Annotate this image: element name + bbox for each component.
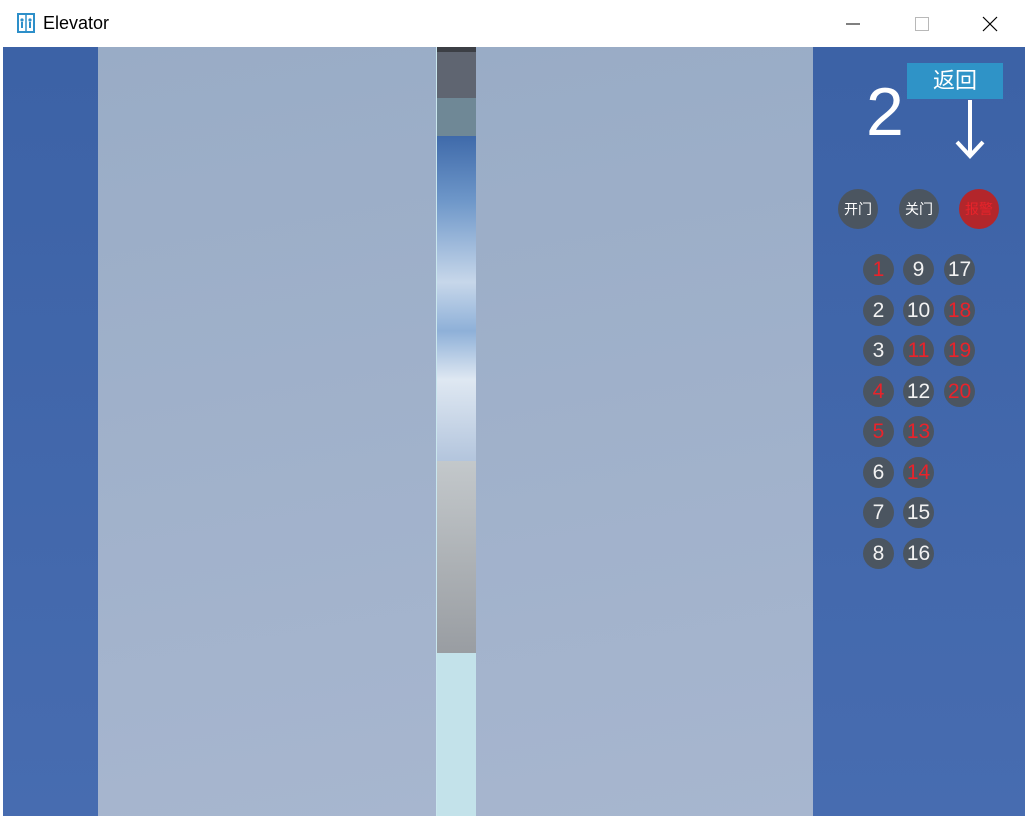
floor-button-1[interactable]: 1 xyxy=(863,254,894,285)
floor-button-4[interactable]: 4 xyxy=(863,375,894,407)
floor-button-19[interactable]: 19 xyxy=(944,335,975,366)
down-arrow-icon xyxy=(955,100,985,159)
floor-button-2[interactable]: 2 xyxy=(863,294,894,326)
floor-button-9[interactable]: 9 xyxy=(903,254,934,285)
window-title: Elevator xyxy=(43,13,110,33)
floor-button-13[interactable]: 13 xyxy=(903,416,934,447)
floor-button-7[interactable]: 7 xyxy=(863,497,894,528)
title-bar: Elevator xyxy=(0,0,1025,47)
floor-button-17[interactable]: 17 xyxy=(944,254,975,285)
elevator-app-icon xyxy=(17,13,35,33)
floor-button-3[interactable]: 3 xyxy=(863,335,894,366)
maximize-button[interactable] xyxy=(887,0,957,47)
floor-button-11[interactable]: 11 xyxy=(903,335,934,366)
elevator-window: Elevator 2 返回 开门 关门 报警 1 2 3 4 5 6 7 8 9 10 11 12 13… xyxy=(0,0,1025,819)
floor-button-12[interactable]: 12 xyxy=(903,375,934,407)
floor-button-18[interactable]: 18 xyxy=(944,294,975,326)
floor-button-10[interactable]: 10 xyxy=(903,294,934,326)
close-window-button[interactable] xyxy=(955,0,1025,47)
sky-view xyxy=(437,136,477,461)
minimize-icon xyxy=(846,23,860,25)
open-door-button[interactable]: 开门 xyxy=(838,189,878,229)
close-door-button[interactable]: 关门 xyxy=(899,189,939,229)
close-icon xyxy=(982,16,998,32)
current-floor-display: 2 xyxy=(866,74,904,150)
minimize-button[interactable] xyxy=(818,0,888,47)
return-button[interactable]: 返回 xyxy=(907,63,1003,99)
floor-button-8[interactable]: 8 xyxy=(863,537,894,569)
left-elevator-door xyxy=(98,47,436,816)
floor-button-15[interactable]: 15 xyxy=(903,497,934,528)
alarm-button[interactable]: 报警 xyxy=(959,189,999,229)
floor-button-20[interactable]: 20 xyxy=(944,375,975,407)
floor-button-16[interactable]: 16 xyxy=(903,537,934,569)
right-elevator-door xyxy=(476,47,813,816)
floor-button-5[interactable]: 5 xyxy=(863,416,894,447)
floor-button-14[interactable]: 14 xyxy=(903,456,934,488)
maximize-icon xyxy=(915,17,929,31)
floor-button-6[interactable]: 6 xyxy=(863,456,894,488)
door-gap-view xyxy=(436,47,478,816)
